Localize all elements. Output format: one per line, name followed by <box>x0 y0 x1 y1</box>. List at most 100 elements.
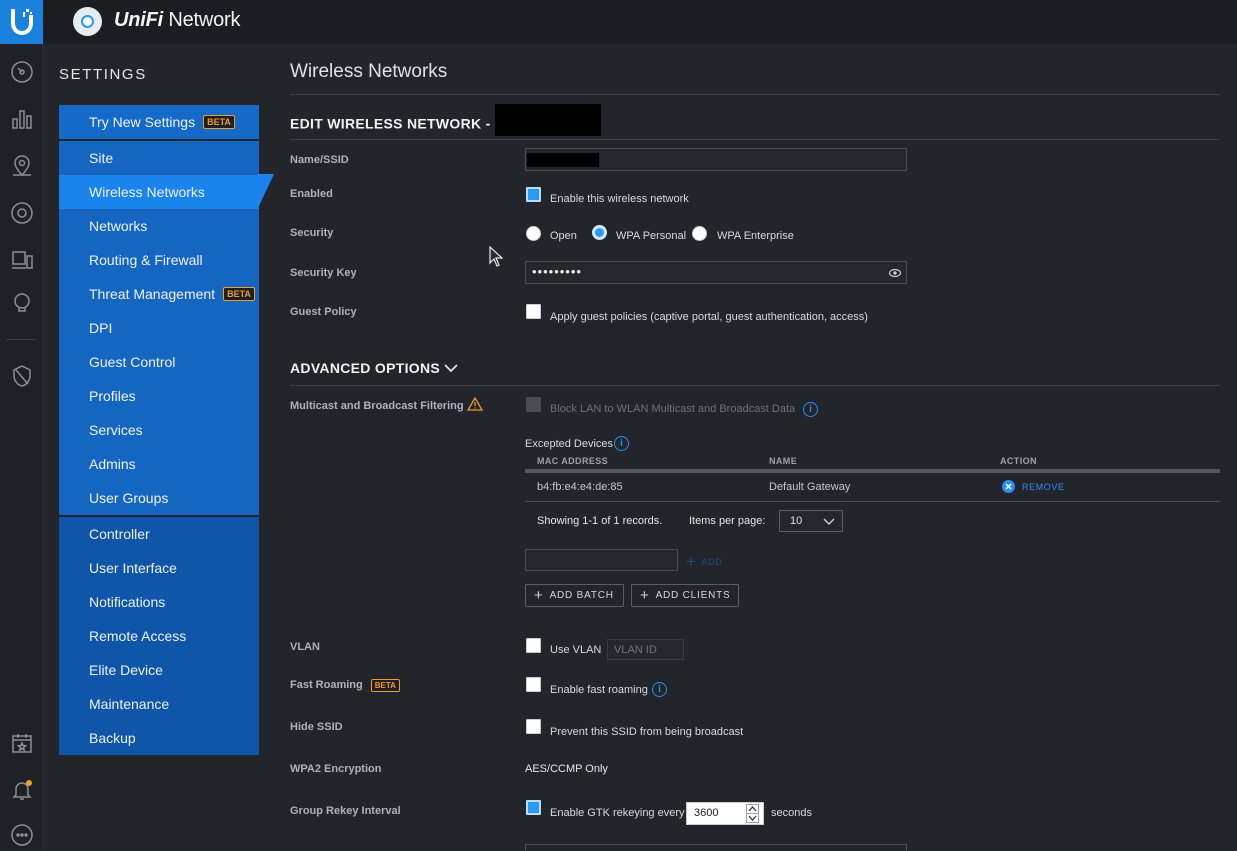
sidebar-item-label: Networks <box>89 218 148 234</box>
number-stepper[interactable] <box>746 804 759 823</box>
sidebar-item-remote-access[interactable]: Remote Access <box>59 619 259 653</box>
hide-ssid-checkbox[interactable] <box>526 719 541 734</box>
mouse-cursor-icon <box>489 246 503 267</box>
sidebar-item-label: Site <box>89 150 114 166</box>
sidebar-item-threat-management[interactable]: Threat Management BETA <box>59 277 259 311</box>
sidebar-item-try-new-settings[interactable]: Try New Settings BETA <box>59 105 259 139</box>
divider <box>290 139 1220 140</box>
group-rekey-label: Group Rekey Interval <box>290 805 401 817</box>
items-per-page-value: 10 <box>790 515 803 527</box>
multicast-checkbox[interactable] <box>526 397 541 412</box>
sidebar-item-label: Controller <box>89 526 150 542</box>
vlan-id-input[interactable] <box>607 639 684 660</box>
sidebar-item-user-groups[interactable]: User Groups <box>59 481 259 515</box>
sidebar-item-profiles[interactable]: Profiles <box>59 379 259 413</box>
sidebar-item-wireless-networks[interactable]: Wireless Networks <box>59 175 259 209</box>
sidebar-item-maintenance[interactable]: Maintenance <box>59 687 259 721</box>
security-wpa-personal-label: WPA Personal <box>616 230 687 242</box>
fast-roaming-label: Fast Roaming BETA <box>290 679 400 692</box>
add-label: ADD <box>701 557 723 567</box>
sidebar-item-notifications[interactable]: Notifications <box>59 585 259 619</box>
add-clients-button[interactable]: + ADD CLIENTS <box>631 584 739 607</box>
guest-policy-checkbox[interactable] <box>526 304 541 319</box>
vlan-checkbox[interactable] <box>526 638 541 653</box>
active-item-pointer <box>258 174 274 208</box>
stepper-arrows-icon <box>747 806 758 821</box>
sidebar-item-guest-control[interactable]: Guest Control <box>59 345 259 379</box>
sidebar-item-controller[interactable]: Controller <box>59 517 259 551</box>
ubiquiti-logo-icon[interactable] <box>0 0 43 44</box>
calendar-star-icon[interactable] <box>6 727 38 759</box>
excepted-devices-info-icon[interactable]: i <box>614 436 629 451</box>
redacted-block <box>494 104 601 136</box>
unifi-device-icon[interactable] <box>73 7 102 36</box>
top-bar: UniFi Network <box>0 0 1237 44</box>
sidebar-item-networks[interactable]: Networks <box>59 209 259 243</box>
divider <box>290 94 1220 95</box>
items-per-page-select[interactable]: 10 <box>779 510 843 532</box>
sidebar-item-admins[interactable]: Admins <box>59 447 259 481</box>
clients-icon[interactable] <box>6 244 38 276</box>
statistics-icon[interactable] <box>6 103 38 135</box>
remove-device-button[interactable]: REMOVE <box>1002 480 1065 493</box>
security-key-input[interactable]: ••••••••• <box>525 261 907 284</box>
gtk-rekey-input[interactable]: 3600 <box>686 802 764 825</box>
enabled-text: Enable this wireless network <box>550 193 689 205</box>
pagination-text: Showing 1-1 of 1 records. <box>537 515 663 527</box>
sidebar-item-label: Elite Device <box>89 662 163 678</box>
map-icon[interactable] <box>6 150 38 182</box>
insights-icon[interactable] <box>6 287 38 319</box>
beta-badge: BETA <box>223 287 255 301</box>
table-header-mac: MAC ADDRESS <box>537 456 609 466</box>
hide-ssid-text: Prevent this SSID from being broadcast <box>550 726 744 738</box>
warning-icon <box>466 396 483 411</box>
page-title: Wireless Networks <box>290 61 448 82</box>
left-icon-nav <box>0 44 43 849</box>
dashboard-icon[interactable] <box>6 56 38 88</box>
show-password-eye-icon[interactable] <box>889 268 901 278</box>
sidebar-item-site[interactable]: Site <box>59 141 259 175</box>
sidebar-item-routing-firewall[interactable]: Routing & Firewall <box>59 243 259 277</box>
sidebar-item-label: Profiles <box>89 388 136 404</box>
fast-roaming-info-icon[interactable]: i <box>652 682 667 697</box>
sidebar-item-elite-device[interactable]: Elite Device <box>59 653 259 687</box>
sidebar-item-label: Routing & Firewall <box>89 252 203 268</box>
sidebar-item-user-interface[interactable]: User Interface <box>59 551 259 585</box>
redacted-block <box>527 153 599 167</box>
add-batch-button[interactable]: + ADD BATCH <box>525 584 624 607</box>
enabled-checkbox[interactable] <box>526 187 541 202</box>
shield-icon[interactable] <box>6 360 38 392</box>
device-name-cell: Default Gateway <box>769 481 851 493</box>
vlan-text: Use VLAN <box>550 644 602 656</box>
sidebar-item-label: Backup <box>89 730 136 746</box>
sidebar-item-backup[interactable]: Backup <box>59 721 259 755</box>
gtk-rekey-unit: seconds <box>771 807 812 819</box>
gtk-rekey-checkbox[interactable] <box>526 800 541 815</box>
table-header-name: NAME <box>769 456 798 466</box>
beta-badge: BETA <box>370 679 400 692</box>
app-title: UniFi Network <box>114 9 241 31</box>
hide-ssid-label: Hide SSID <box>290 721 343 733</box>
settings-heading: SETTINGS <box>59 66 147 83</box>
multicast-info-icon[interactable]: i <box>803 402 818 417</box>
sidebar-group-system: Controller User Interface Notifications … <box>59 517 259 755</box>
security-open-radio[interactable] <box>526 226 541 241</box>
edit-network-title: EDIT WIRELESS NETWORK - <box>290 104 601 136</box>
security-wpa-enterprise-radio[interactable] <box>692 226 707 241</box>
add-device-button[interactable]: + ADD <box>686 552 722 572</box>
plus-icon: + <box>534 587 544 604</box>
notification-bell-icon[interactable] <box>6 774 38 806</box>
sidebar-item-services[interactable]: Services <box>59 413 259 447</box>
chat-icon[interactable] <box>6 819 38 851</box>
remove-x-icon <box>1002 480 1015 493</box>
divider <box>290 385 1220 386</box>
sidebar-item-label: Remote Access <box>89 628 187 644</box>
items-per-page-label: Items per page: <box>689 515 766 527</box>
sidebar-item-dpi[interactable]: DPI <box>59 311 259 345</box>
advanced-options-toggle[interactable]: ADVANCED OPTIONS <box>290 360 458 376</box>
add-device-input[interactable] <box>525 549 678 571</box>
security-wpa-personal-radio[interactable] <box>592 225 607 240</box>
ssid-input[interactable] <box>525 148 907 171</box>
fast-roaming-checkbox[interactable] <box>526 677 541 692</box>
devices-icon[interactable] <box>6 197 38 229</box>
